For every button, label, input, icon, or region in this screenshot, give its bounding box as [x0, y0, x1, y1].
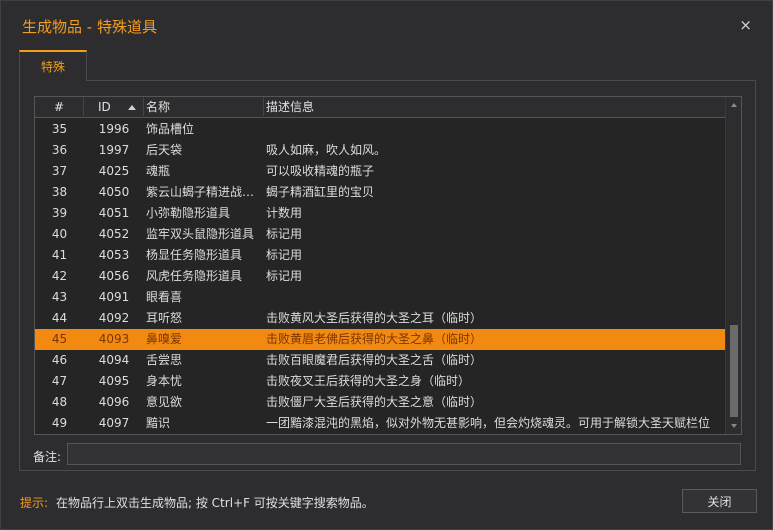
- table-row[interactable]: 43 4091 眼看喜: [35, 287, 725, 308]
- cell-id: 1996: [98, 122, 130, 136]
- cell-number: 47: [51, 374, 68, 388]
- cell-number: 43: [51, 290, 68, 304]
- table-row[interactable]: 37 4025 魂瓶 可以吸收精魂的瓶子: [35, 161, 725, 182]
- cell-id: 1997: [98, 143, 130, 157]
- cell-number: 49: [51, 416, 68, 430]
- cell-id: 4052: [98, 227, 130, 241]
- sort-ascending-icon: [128, 105, 136, 110]
- table-row[interactable]: 49 4097 黯识 一团黯漆混沌的黑焰，似对外物无甚影响，但会灼烧魂灵。可用于解锁大…: [35, 413, 725, 434]
- cell-name: 饰品槽位: [146, 122, 195, 136]
- item-grid: # ID 名称 描述信息 35 1996 饰品槽位 36 1997 后天袋 吸人如麻，吹人如…: [34, 96, 742, 435]
- cell-number: 42: [51, 269, 68, 283]
- cell-name: 后天袋: [146, 143, 183, 157]
- cell-id: 4056: [98, 269, 130, 283]
- cell-description: 击败僵尸大圣后获得的大圣之意（临时）: [266, 395, 483, 409]
- close-button[interactable]: 关闭: [682, 489, 757, 513]
- cell-description: 击败黄风大圣后获得的大圣之耳（临时）: [266, 311, 483, 325]
- cell-id: 4096: [98, 395, 130, 409]
- cell-number: 41: [51, 248, 68, 262]
- cell-name: 监牢双头鼠隐形道具: [146, 227, 255, 241]
- grid-rows: 35 1996 饰品槽位 36 1997 后天袋 吸人如麻，吹人如风。 37 4025 魂瓶 可以吸…: [35, 119, 725, 434]
- cell-description: 击败百眼魔君后获得的大圣之舌（临时）: [266, 353, 483, 367]
- cell-description: 吸人如麻，吹人如风。: [266, 143, 387, 157]
- table-row[interactable]: 44 4092 耳听怒 击败黄风大圣后获得的大圣之耳（临时）: [35, 308, 725, 329]
- cell-id: 4050: [98, 185, 130, 199]
- vertical-scrollbar[interactable]: [725, 97, 741, 434]
- cell-number: 36: [51, 143, 68, 157]
- grid-header: # ID 名称 描述信息: [35, 97, 725, 118]
- notes-label: 备注:: [33, 450, 62, 464]
- table-row[interactable]: 39 4051 小弥勒隐形道具 计数用: [35, 203, 725, 224]
- cell-id: 4091: [98, 290, 130, 304]
- cell-name: 耳听怒: [146, 311, 183, 325]
- column-header-description[interactable]: 描述信息: [264, 97, 725, 118]
- hint-text: 在物品行上双击生成物品; 按 Ctrl+F 可按关键字搜索物品。: [56, 496, 374, 510]
- cell-description: 标记用: [266, 269, 303, 283]
- notes-field[interactable]: [67, 443, 741, 465]
- table-row[interactable]: 40 4052 监牢双头鼠隐形道具 标记用: [35, 224, 725, 245]
- cell-name: 风虎任务隐形道具: [146, 269, 243, 283]
- column-header-name[interactable]: 名称: [144, 97, 264, 118]
- table-row[interactable]: 41 4053 杨显任务隐形道具 标记用: [35, 245, 725, 266]
- column-header-number[interactable]: #: [35, 97, 84, 118]
- cell-name: 身本忧: [146, 374, 183, 388]
- cell-id: 4051: [98, 206, 130, 220]
- cell-description: 击败夜叉王后获得的大圣之身（临时）: [266, 374, 471, 388]
- table-row[interactable]: 46 4094 舌尝思 击败百眼魔君后获得的大圣之舌（临时）: [35, 350, 725, 371]
- hint-label: 提示:: [20, 496, 49, 510]
- cell-id: 4025: [98, 164, 130, 178]
- table-row[interactable]: 45 4093 鼻嗅爱 击败黄眉老佛后获得的大圣之鼻（临时）: [35, 329, 725, 350]
- cell-number: 45: [51, 332, 68, 346]
- cell-number: 48: [51, 395, 68, 409]
- cell-description: 计数用: [266, 206, 303, 220]
- cell-id: 4092: [98, 311, 130, 325]
- scroll-down-icon[interactable]: [731, 424, 737, 428]
- window-title: 生成物品 - 特殊道具: [22, 18, 157, 36]
- cell-name: 小弥勒隐形道具: [146, 206, 231, 220]
- table-row[interactable]: 42 4056 风虎任务隐形道具 标记用: [35, 266, 725, 287]
- cell-name: 杨显任务隐形道具: [146, 248, 243, 262]
- cell-number: 46: [51, 353, 68, 367]
- cell-id: 4053: [98, 248, 130, 262]
- close-icon[interactable]: ×: [739, 17, 752, 33]
- cell-number: 44: [51, 311, 68, 325]
- cell-description: 标记用: [266, 248, 303, 262]
- cell-id: 4097: [98, 416, 130, 430]
- cell-description: 标记用: [266, 227, 303, 241]
- table-row[interactable]: 48 4096 意见欲 击败僵尸大圣后获得的大圣之意（临时）: [35, 392, 725, 413]
- dialog-window: 生成物品 - 特殊道具 × 特殊 # ID 名称 描述信息 35 1996 饰品槽位…: [0, 0, 773, 530]
- scrollbar-thumb[interactable]: [730, 325, 738, 417]
- cell-name: 舌尝思: [146, 353, 183, 367]
- table-row[interactable]: 47 4095 身本忧 击败夜叉王后获得的大圣之身（临时）: [35, 371, 725, 392]
- cell-description: 蝎子精酒缸里的宝贝: [266, 185, 375, 199]
- table-row[interactable]: 35 1996 饰品槽位: [35, 119, 725, 140]
- cell-name: 眼看喜: [146, 290, 183, 304]
- cell-number: 39: [51, 206, 68, 220]
- cell-description: 一团黯漆混沌的黑焰，似对外物无甚影响，但会灼烧魂灵。可用于解锁大圣天赋栏位: [266, 416, 711, 430]
- cell-id: 4095: [98, 374, 130, 388]
- cell-name: 意见欲: [146, 395, 183, 409]
- table-row[interactable]: 36 1997 后天袋 吸人如麻，吹人如风。: [35, 140, 725, 161]
- cell-number: 37: [51, 164, 68, 178]
- tab-special[interactable]: 特殊: [19, 50, 87, 81]
- cell-description: 击败黄眉老佛后获得的大圣之鼻（临时）: [266, 332, 483, 346]
- scroll-up-icon[interactable]: [731, 103, 737, 107]
- cell-number: 38: [51, 185, 68, 199]
- cell-name: 魂瓶: [146, 164, 171, 178]
- cell-number: 35: [51, 122, 68, 136]
- cell-id: 4093: [98, 332, 130, 346]
- cell-name: 紫云山蝎子精进战…: [146, 185, 255, 199]
- cell-number: 40: [51, 227, 68, 241]
- cell-id: 4094: [98, 353, 130, 367]
- cell-description: 可以吸收精魂的瓶子: [266, 164, 375, 178]
- column-header-id-label: ID: [98, 100, 111, 114]
- cell-name: 黯识: [146, 416, 171, 430]
- table-row[interactable]: 38 4050 紫云山蝎子精进战… 蝎子精酒缸里的宝贝: [35, 182, 725, 203]
- cell-name: 鼻嗅爱: [146, 332, 183, 346]
